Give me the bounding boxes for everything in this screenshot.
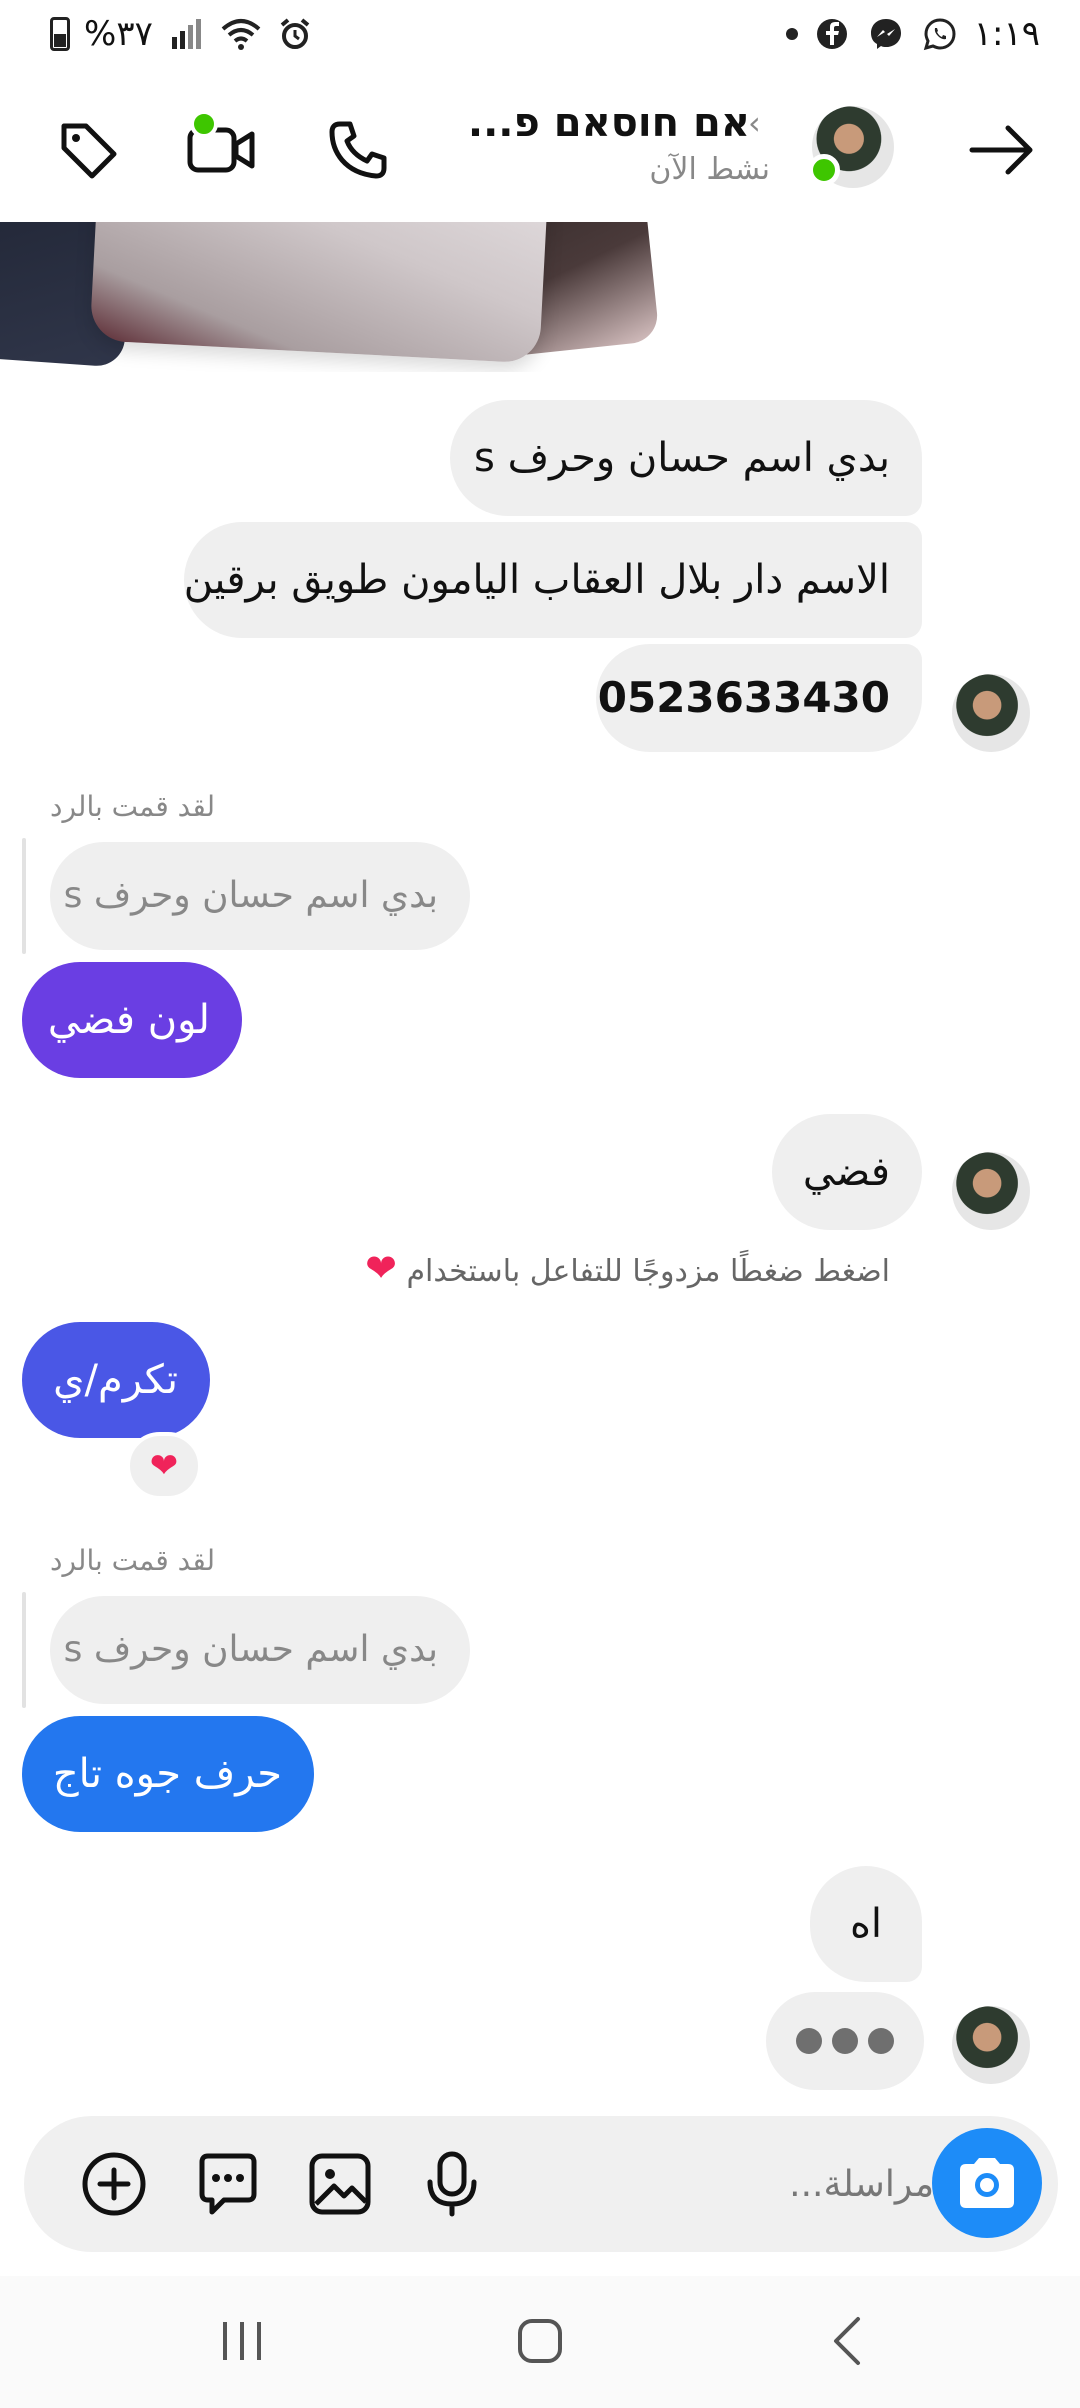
battery-icon bbox=[50, 17, 70, 51]
double-tap-hint: اضغط ضغطًا مزدوجًا للتفاعل باستخدام ❤ bbox=[365, 1246, 890, 1290]
phone-icon bbox=[329, 121, 387, 179]
camera-icon bbox=[960, 2158, 1014, 2208]
wifi-icon bbox=[221, 14, 261, 54]
message-bubble[interactable]: بدي اسم حسان وحرف s bbox=[450, 400, 922, 516]
gallery-icon bbox=[309, 2153, 371, 2215]
reply-label: لقد قمت بالرد bbox=[50, 790, 216, 823]
gallery-button[interactable] bbox=[300, 2144, 380, 2224]
hint-text: اضغط ضغطًا مزدوجًا للتفاعل باستخدام bbox=[406, 1254, 890, 1289]
heart-reaction-icon: ❤ bbox=[149, 1446, 179, 1486]
sent-message[interactable]: حرف جوه تاج bbox=[22, 1716, 314, 1832]
message-bubble[interactable]: الاسم دار بلال العقاب اليامون طويق برقين bbox=[184, 522, 922, 638]
arrow-right-icon bbox=[969, 125, 1033, 175]
sticker-icon bbox=[199, 2153, 257, 2215]
alarm-icon bbox=[275, 14, 315, 54]
sent-message[interactable]: لون فضي bbox=[22, 962, 242, 1078]
sender-avatar[interactable] bbox=[952, 674, 1030, 752]
sent-message[interactable]: تكرم/ي bbox=[22, 1322, 210, 1438]
add-button[interactable] bbox=[74, 2144, 154, 2224]
contact-status: نشط الآن bbox=[649, 152, 770, 187]
contact-name[interactable]: אם חוסאם פ... bbox=[468, 100, 750, 146]
status-right: ١:١٩ bbox=[785, 14, 1040, 54]
photo-thumbnail[interactable] bbox=[89, 222, 551, 364]
signal-icon bbox=[167, 14, 207, 54]
reply-label: لقد قمت بالرد bbox=[50, 1544, 216, 1577]
typing-indicator bbox=[766, 1992, 924, 2090]
phone-call-button[interactable] bbox=[318, 110, 398, 190]
nav-back-button[interactable] bbox=[806, 2306, 886, 2376]
tag-icon[interactable] bbox=[48, 110, 128, 190]
sticker-button[interactable] bbox=[188, 2144, 268, 2224]
message-bubble[interactable]: 0523633430 bbox=[596, 644, 922, 752]
system-navigation-bar bbox=[0, 2276, 1080, 2408]
messenger-icon bbox=[866, 14, 906, 54]
home-button[interactable] bbox=[500, 2306, 580, 2376]
quoted-message[interactable]: بدي اسم حسان وحرف s bbox=[50, 842, 470, 950]
camera-button[interactable] bbox=[932, 2128, 1042, 2238]
quote-bar bbox=[22, 1592, 26, 1708]
chevron-left-icon: ‹ bbox=[748, 104, 761, 142]
message-bubble[interactable]: اه bbox=[810, 1866, 922, 1982]
heart-icon: ❤ bbox=[365, 1246, 397, 1290]
reaction-badge[interactable]: ❤ bbox=[126, 1432, 202, 1500]
quoted-message[interactable]: بدي اسم حسان وحرف s bbox=[50, 1596, 470, 1704]
notification-dot-icon bbox=[785, 28, 798, 40]
recents-icon bbox=[223, 2322, 261, 2360]
video-active-dot bbox=[190, 110, 218, 138]
status-bar: %٣٧ ١:١٩ bbox=[0, 0, 1080, 72]
back-icon bbox=[834, 2317, 860, 2365]
shared-photos[interactable] bbox=[0, 222, 700, 372]
sender-avatar[interactable] bbox=[952, 2006, 1030, 2084]
message-composer bbox=[24, 2116, 1058, 2252]
recents-button[interactable] bbox=[202, 2306, 282, 2376]
message-input[interactable] bbox=[544, 2156, 934, 2212]
microphone-icon bbox=[427, 2151, 477, 2217]
voice-button[interactable] bbox=[412, 2144, 492, 2224]
battery-level: %٣٧ bbox=[84, 14, 153, 54]
online-indicator bbox=[808, 154, 840, 186]
chat-header: אם חוסאם פ... ‹ نشط الآن bbox=[0, 82, 1080, 222]
back-button[interactable] bbox=[962, 110, 1042, 190]
message-bubble[interactable]: فضي bbox=[772, 1114, 922, 1230]
status-left: %٣٧ bbox=[50, 14, 315, 54]
home-icon bbox=[518, 2319, 562, 2363]
whatsapp-icon bbox=[920, 14, 960, 54]
clock: ١:١٩ bbox=[973, 14, 1040, 54]
facebook-icon bbox=[812, 14, 852, 54]
sender-avatar[interactable] bbox=[952, 1152, 1030, 1230]
quote-bar bbox=[22, 838, 26, 954]
add-icon bbox=[82, 2152, 146, 2216]
